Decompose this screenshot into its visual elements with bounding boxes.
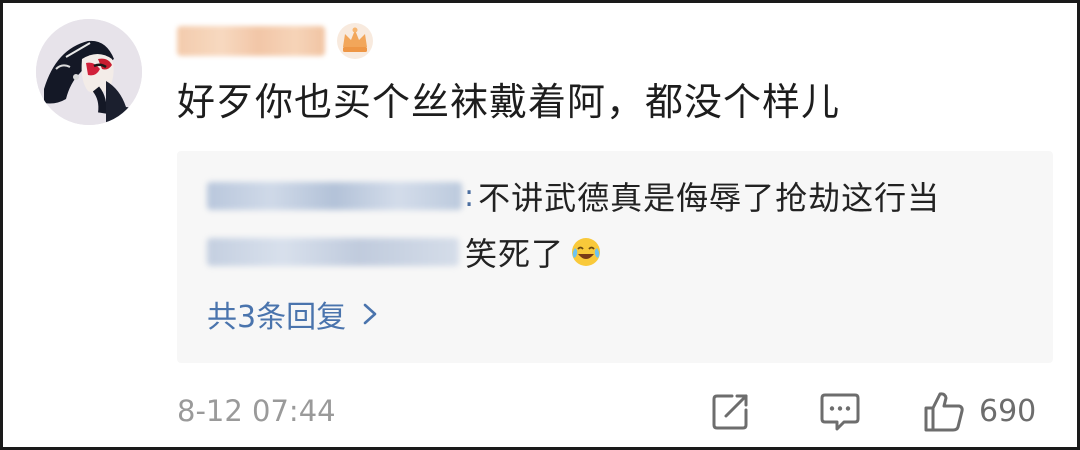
- laughing-tears-emoji-icon: [572, 238, 601, 266]
- comment-text: 好歹你也买个丝袜戴着阿，都没个样儿: [177, 80, 841, 124]
- reply-item[interactable]: : 不讲武德真是侮辱了抢劫这行当: [207, 171, 940, 221]
- avatar-image: [36, 19, 142, 125]
- username-blurred: [177, 26, 325, 56]
- like-count: 690: [979, 393, 1037, 429]
- reply-username-blurred[interactable]: [207, 182, 462, 210]
- comment-icon: [820, 393, 860, 431]
- more-replies-label: 共3条回复: [207, 300, 347, 335]
- share-icon: [712, 394, 748, 430]
- more-replies-link[interactable]: 共3条回复: [207, 289, 380, 339]
- thumbs-up-icon: [924, 392, 964, 432]
- reply-colon: :: [464, 178, 475, 214]
- chevron-right-icon: [363, 303, 377, 325]
- crown-icon: [337, 23, 373, 59]
- reply-username-blurred[interactable]: [207, 238, 459, 266]
- reply-text: 不讲武德真是侮辱了抢劫这行当: [478, 179, 941, 217]
- comment-timestamp: 8-12 07:44: [177, 394, 336, 428]
- avatar[interactable]: [36, 19, 142, 125]
- comment-card: 好歹你也买个丝袜戴着阿，都没个样儿 : 不讲武德真是侮辱了抢劫这行当 笑死了 共…: [0, 0, 1080, 450]
- username[interactable]: [177, 21, 375, 61]
- like-button[interactable]: 690: [921, 387, 1036, 435]
- reply-item[interactable]: 笑死了: [207, 227, 602, 277]
- reply-text: 笑死了: [465, 235, 565, 273]
- share-button[interactable]: [708, 387, 754, 435]
- comment-button[interactable]: [817, 387, 863, 435]
- reply-preview-box[interactable]: : 不讲武德真是侮辱了抢劫这行当 笑死了 共3条回复: [177, 151, 1053, 363]
